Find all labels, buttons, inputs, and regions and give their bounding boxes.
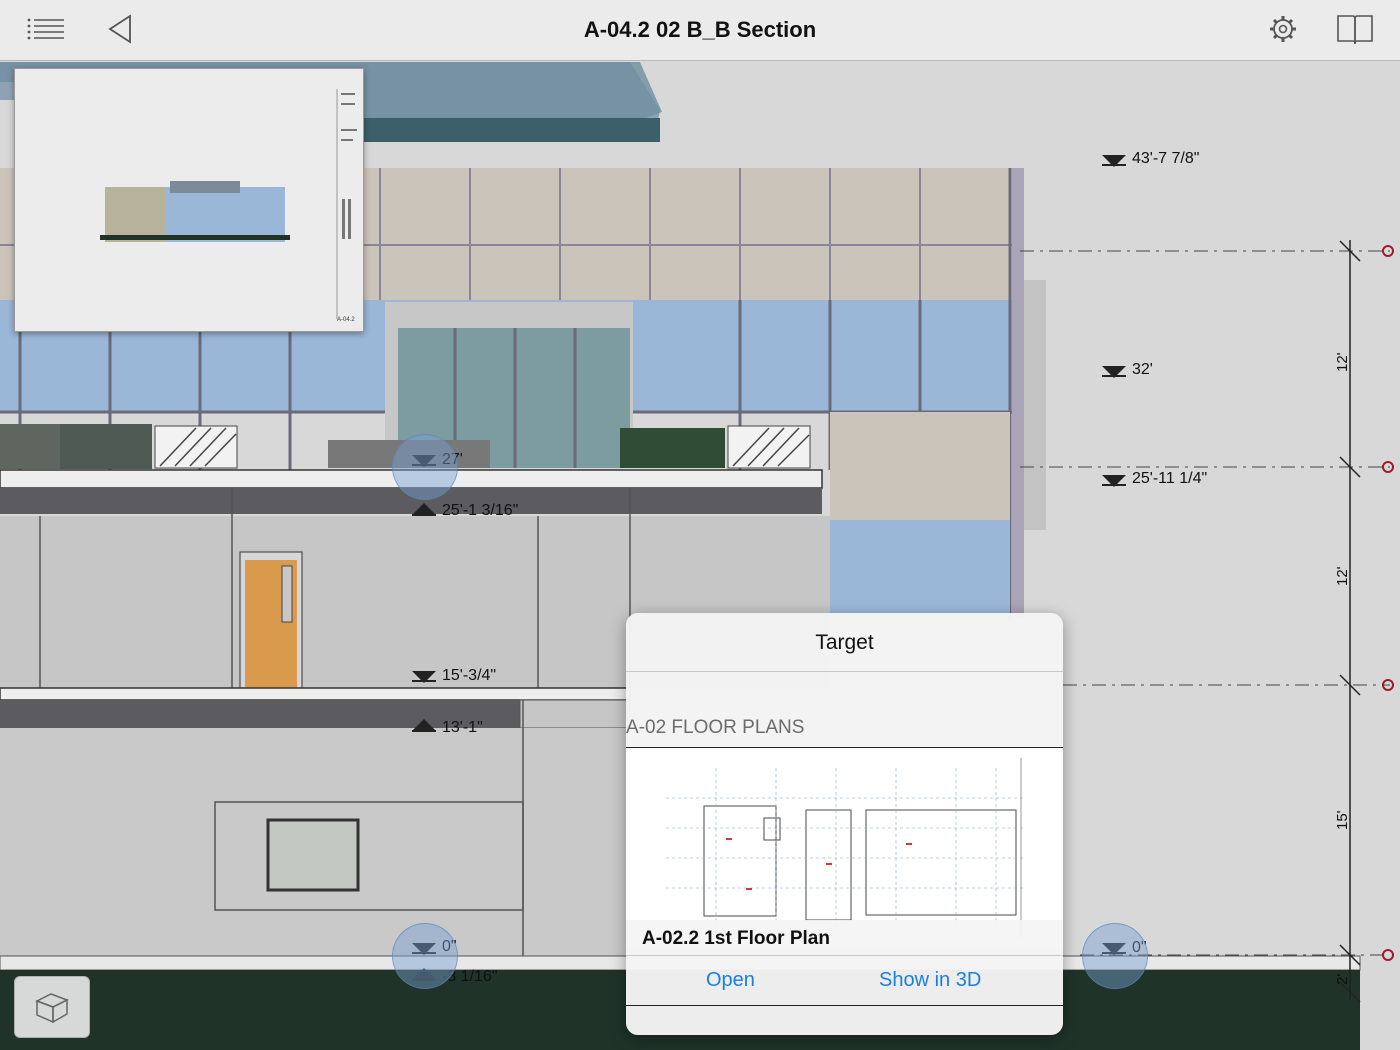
dimension-label: 15': [1334, 810, 1351, 830]
sheet-id-label: A-04.2: [337, 317, 355, 323]
page-title: A-04.2 02 B_B Section: [583, 17, 817, 42]
sheet-thumbnail[interactable]: A-04.2: [14, 68, 364, 332]
top-navigation-bar: A-04.2 02 B_B Section: [0, 0, 1400, 61]
show-in-3d-button[interactable]: Show in 3D: [879, 969, 981, 992]
elevation-label: 43'-7 7/8": [1132, 150, 1200, 167]
sheet-group-label: A-02 FLOOR PLANS: [626, 717, 805, 738]
elevation-label: 15'-3/4": [442, 667, 497, 684]
view-3d-button[interactable]: [14, 976, 90, 1038]
dimension-label: 12': [1334, 352, 1351, 372]
elevation-label: 32': [1132, 361, 1153, 378]
view-hotspot[interactable]: [392, 923, 458, 989]
elevation-label: 13'-1": [442, 719, 483, 736]
dimension-label: 12': [1334, 566, 1351, 586]
cube-icon: [35, 993, 69, 1024]
open-button[interactable]: Open: [706, 969, 755, 992]
view-hotspot[interactable]: [392, 434, 458, 500]
floor-plan-preview[interactable]: [626, 748, 1063, 948]
dimension-label: 2': [1334, 973, 1351, 985]
book-icon[interactable]: [1333, 10, 1377, 50]
elevation-label: 25'-11 1/4": [1132, 470, 1208, 487]
popover-title: Target: [815, 631, 874, 654]
elevation-label: 25'-1 3/16": [442, 502, 519, 519]
view-hotspot[interactable]: [1082, 923, 1148, 989]
gear-icon[interactable]: [1261, 10, 1305, 50]
target-popover: Target A-02 FLOOR PLANS A-02.2 1st Floor…: [626, 613, 1063, 1035]
sheet-name: A-02.2 1st Floor Plan: [642, 928, 830, 949]
